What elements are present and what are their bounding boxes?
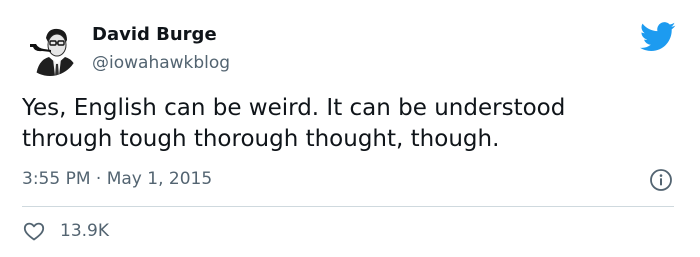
heart-icon[interactable]: [22, 219, 46, 243]
meta-separator: ·: [90, 169, 107, 189]
avatar-image: [22, 20, 78, 76]
twitter-bird-icon[interactable]: [640, 22, 676, 52]
author-name[interactable]: David Burge: [92, 24, 217, 46]
tweet-card: David Burge @iowahawkblog Yes, English c…: [0, 0, 700, 257]
avatar[interactable]: [22, 20, 78, 76]
tweet-text: Yes, English can be weird. It can be und…: [22, 95, 566, 152]
tweet-time[interactable]: 3:55 PM: [22, 169, 91, 189]
info-icon[interactable]: [649, 168, 673, 192]
tweet-timestamp[interactable]: 3:55 PM · May 1, 2015: [22, 168, 212, 190]
author-handle[interactable]: @iowahawkblog: [92, 52, 230, 74]
like-count[interactable]: 13.9K: [60, 220, 109, 242]
divider: [22, 206, 674, 207]
tweet-date[interactable]: May 1, 2015: [107, 169, 212, 189]
